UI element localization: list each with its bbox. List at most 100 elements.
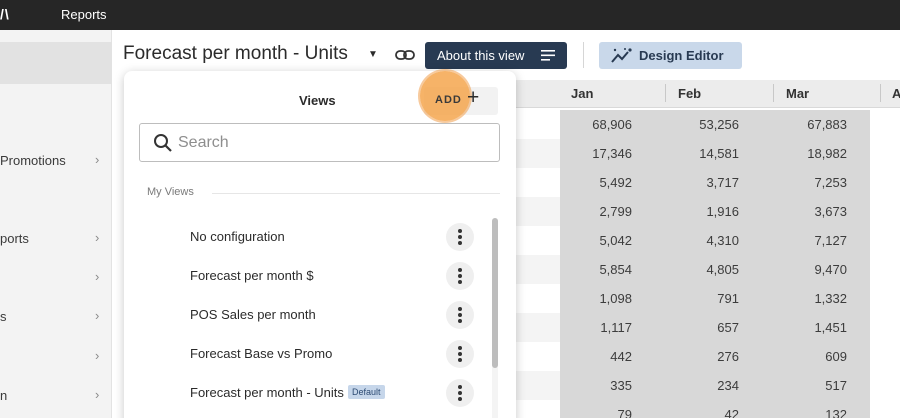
table-cell[interactable]: 276 [659, 349, 739, 364]
table-cell[interactable]: 79 [552, 407, 632, 418]
table-cell[interactable]: 335 [552, 378, 632, 393]
more-vertical-icon[interactable] [446, 223, 474, 251]
sidebar-item-reports[interactable]: ports › [0, 227, 112, 251]
table-header: Jan Feb Mar A [512, 80, 900, 108]
view-item-name: Forecast per month - Units [190, 385, 344, 400]
table-cell[interactable]: 1,117 [552, 320, 632, 335]
more-vertical-icon[interactable] [446, 301, 474, 329]
table-cell[interactable]: 5,854 [552, 262, 632, 277]
view-item-forecast-dollar[interactable]: Forecast per month $ [124, 259, 496, 293]
sidebar-item-promotions[interactable]: Promotions › [0, 149, 112, 173]
table-cell[interactable]: 7,127 [767, 233, 847, 248]
lines-icon [541, 50, 555, 61]
sidebar-item-label: n [0, 388, 8, 403]
table-cell[interactable]: 5,042 [552, 233, 632, 248]
sidebar-item[interactable]: › [0, 266, 112, 290]
table-cell[interactable]: 517 [767, 378, 847, 393]
more-vertical-icon[interactable] [446, 340, 474, 368]
view-item-name: Forecast Base vs Promo [190, 346, 333, 361]
about-button-label: About this view [437, 48, 525, 63]
table-cell[interactable]: 234 [659, 378, 739, 393]
column-divider[interactable] [665, 84, 666, 102]
design-editor-label: Design Editor [639, 48, 724, 63]
app-logo[interactable]: /\ [0, 6, 10, 22]
table-cell[interactable]: 132 [767, 407, 847, 418]
table-cell[interactable]: 1,916 [659, 204, 739, 219]
view-title-dropdown[interactable]: Forecast per month - Units [123, 43, 348, 65]
table-cell[interactable]: 67,883 [767, 117, 847, 132]
sidebar-item-label: ports [0, 231, 29, 246]
chevron-right-icon: › [95, 152, 100, 167]
column-header-jan[interactable]: Jan [571, 86, 593, 101]
table-cell[interactable]: 42 [659, 407, 739, 418]
table-cell[interactable]: 1,332 [767, 291, 847, 306]
sidebar-selected-header[interactable] [0, 42, 112, 84]
view-item-name: No configuration [190, 229, 285, 244]
chevron-right-icon: › [95, 269, 100, 284]
section-divider [212, 193, 500, 194]
column-divider[interactable] [880, 84, 881, 102]
table-cell[interactable]: 53,256 [659, 117, 739, 132]
search-icon [154, 134, 172, 152]
table-cell[interactable]: 1,451 [767, 320, 847, 335]
design-editor-button[interactable]: Design Editor [599, 42, 742, 69]
panel-title: Views [299, 93, 336, 108]
more-vertical-icon[interactable] [446, 262, 474, 290]
table-cell[interactable]: 5,492 [552, 175, 632, 190]
toolbar-divider [583, 42, 584, 68]
table-cell[interactable]: 14,581 [659, 146, 739, 161]
more-vertical-icon[interactable] [446, 379, 474, 407]
search-box[interactable] [139, 123, 500, 162]
view-item-forecast-units[interactable]: Forecast per month - Units Default [124, 376, 496, 410]
table-cell[interactable]: 609 [767, 349, 847, 364]
chevron-right-icon: › [95, 348, 100, 363]
view-item-name: POS Sales per month [190, 307, 316, 322]
top-bar: /\ Reports [0, 0, 900, 30]
table-cell[interactable]: 3,717 [659, 175, 739, 190]
table-cell[interactable]: 7,253 [767, 175, 847, 190]
view-item-forecast-base-vs-promo[interactable]: Forecast Base vs Promo [124, 337, 496, 371]
table-cell[interactable]: 17,346 [552, 146, 632, 161]
sidebar: Promotions › ports › › s › › n › [0, 30, 112, 418]
table-cell[interactable]: 2,799 [552, 204, 632, 219]
sidebar-item[interactable]: › [0, 345, 112, 369]
column-header-feb[interactable]: Feb [678, 86, 701, 101]
sidebar-item[interactable]: s › [0, 305, 112, 329]
sidebar-item-label: s [0, 309, 7, 324]
view-item-name: Forecast per month $ [190, 268, 314, 283]
table-cell[interactable]: 3,673 [767, 204, 847, 219]
view-item-pos-sales[interactable]: POS Sales per month [124, 298, 496, 332]
chevron-right-icon: › [95, 387, 100, 402]
table-cell[interactable]: 9,470 [767, 262, 847, 277]
view-item-no-configuration[interactable]: No configuration [124, 220, 496, 254]
table-cell[interactable]: 68,906 [552, 117, 632, 132]
sidebar-item[interactable]: n › [0, 384, 112, 408]
table-cell[interactable]: 791 [659, 291, 739, 306]
chart-sparkle-icon [611, 48, 632, 63]
add-label[interactable]: ADD [435, 94, 462, 106]
caret-down-icon[interactable]: ▼ [368, 49, 378, 60]
column-divider[interactable] [773, 84, 774, 102]
scrollbar-thumb[interactable] [492, 218, 498, 368]
default-badge: Default [348, 385, 385, 399]
column-header-apr[interactable]: A [892, 86, 900, 101]
table-cell[interactable]: 657 [659, 320, 739, 335]
link-icon[interactable] [394, 45, 416, 65]
search-input[interactable] [178, 131, 478, 155]
sidebar-item-label: Promotions [0, 153, 66, 168]
table-cell[interactable]: 4,805 [659, 262, 739, 277]
views-dropdown-panel: Views ADD + My Views No configuration Fo… [124, 71, 516, 418]
table-right-edge [870, 110, 900, 418]
section-label-my-views: My Views [147, 186, 194, 198]
about-this-view-button[interactable]: About this view [425, 42, 567, 69]
chevron-right-icon: › [95, 230, 100, 245]
column-header-mar[interactable]: Mar [786, 86, 809, 101]
table-cell[interactable]: 4,310 [659, 233, 739, 248]
table-cell[interactable]: 442 [552, 349, 632, 364]
table-cell[interactable]: 1,098 [552, 291, 632, 306]
nav-tab-reports[interactable]: Reports [61, 7, 107, 22]
chevron-right-icon: › [95, 308, 100, 323]
table-cell[interactable]: 18,982 [767, 146, 847, 161]
table-body: 68,906 53,256 67,883 17,346 14,581 18,982 5,49… [560, 110, 870, 418]
plus-icon[interactable]: + [467, 86, 479, 110]
